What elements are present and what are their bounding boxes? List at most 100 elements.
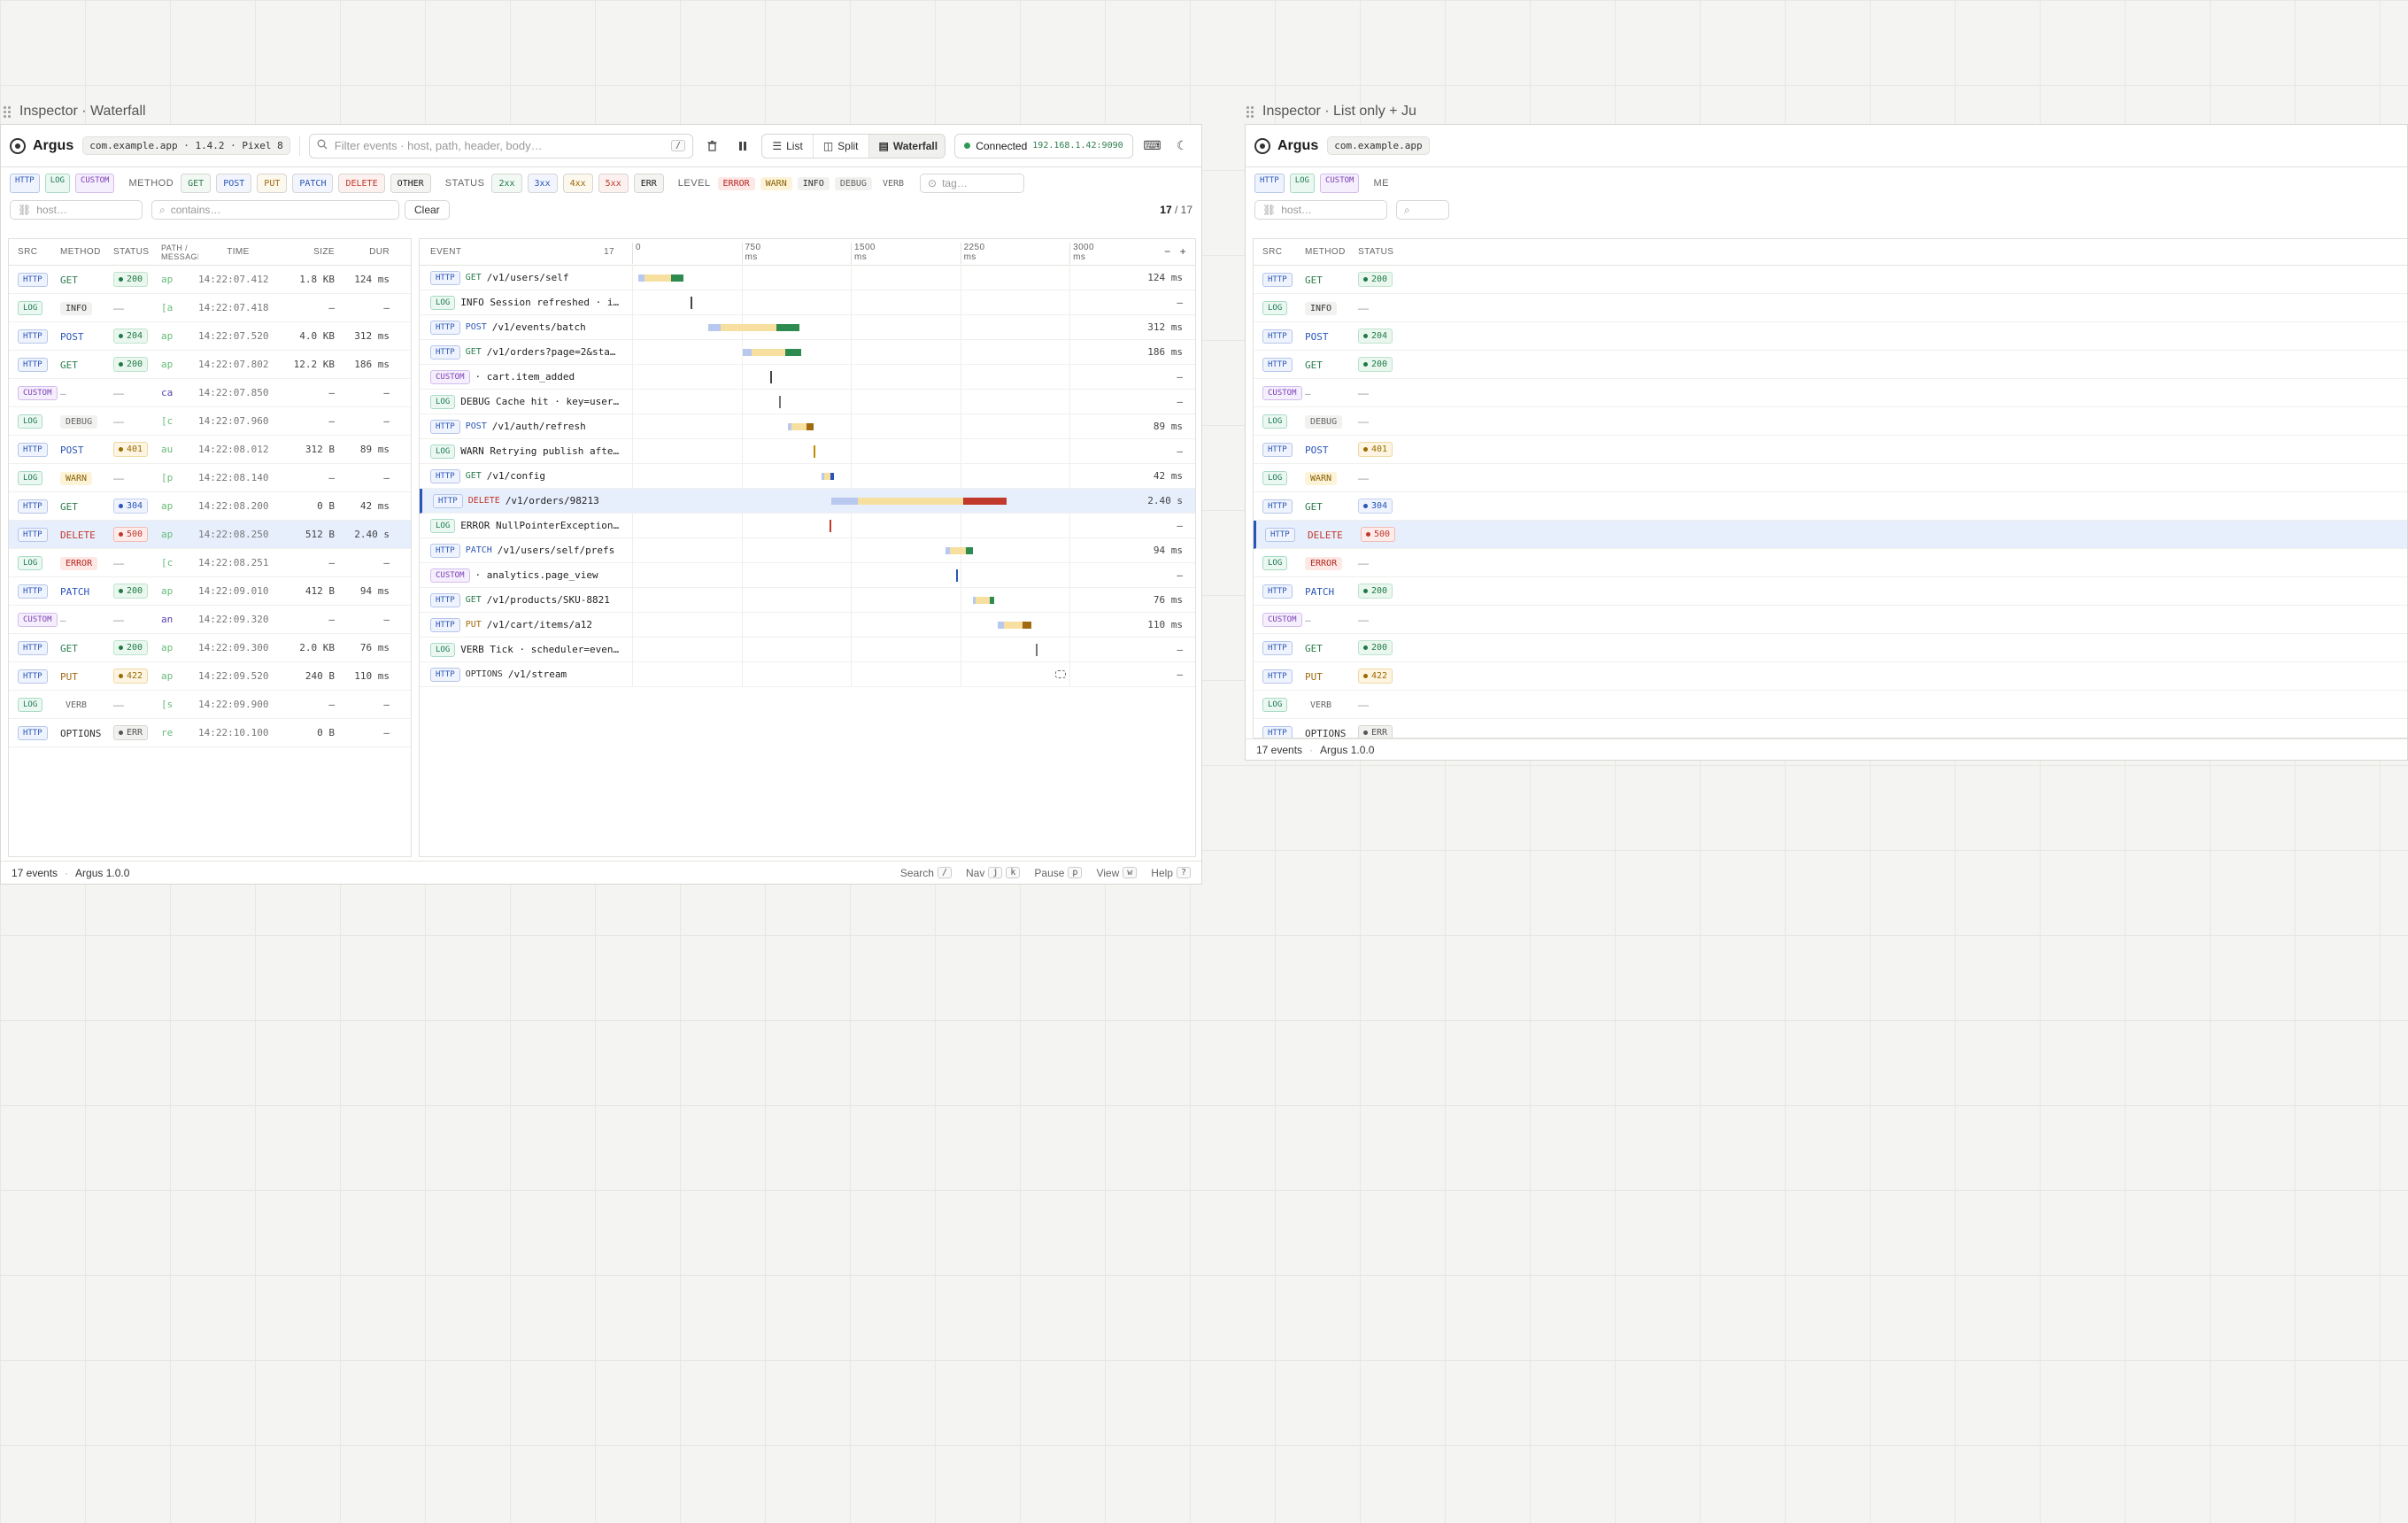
- waterfall-row[interactable]: HTTP PUT/v1/cart/items/a12 110 ms: [420, 613, 1195, 638]
- status-filter-4xx[interactable]: 4xx: [562, 174, 593, 193]
- status-filter-err[interactable]: ERR: [633, 174, 664, 193]
- table-row[interactable]: HTTP GET 200 ap 14:22:07.412 1.8 KB 124 ms: [9, 266, 411, 294]
- table-row[interactable]: HTTP PATCH 200: [1254, 577, 2407, 606]
- level-filter-error[interactable]: ERROR: [717, 176, 755, 190]
- waterfall-row[interactable]: LOG ERROR NullPointerException… —: [420, 514, 1195, 538]
- event-marker[interactable]: [814, 445, 816, 458]
- timing-bar[interactable]: [998, 622, 1032, 629]
- contains-filter-input[interactable]: ⌕ contains…: [151, 200, 399, 220]
- level-filter-warn[interactable]: WARN: [760, 176, 792, 190]
- waterfall-row[interactable]: LOG DEBUG Cache hit · key=user… —: [420, 390, 1195, 414]
- table-row[interactable]: LOG DEBUG —: [1254, 407, 2407, 436]
- event-marker[interactable]: [778, 396, 781, 408]
- zoom-in-button[interactable]: +: [1180, 245, 1186, 258]
- table-row[interactable]: HTTP GET 304: [1254, 492, 2407, 521]
- event-marker[interactable]: [769, 371, 772, 383]
- timing-bar[interactable]: [973, 597, 995, 604]
- table-row[interactable]: LOG WARN —: [1254, 464, 2407, 492]
- waterfall-row[interactable]: HTTP OPTIONS/v1/stream —: [420, 662, 1195, 687]
- connection-status[interactable]: Connected 192.168.1.42:9090: [954, 133, 1133, 158]
- waterfall-row[interactable]: HTTP PATCH/v1/users/self/prefs 94 ms: [420, 538, 1195, 563]
- host-filter-input[interactable]: ⛓ host…: [10, 200, 143, 220]
- table-row[interactable]: CUSTOM — —: [1254, 606, 2407, 634]
- contains-filter-input[interactable]: ⌕: [1396, 200, 1449, 220]
- waterfall-row[interactable]: HTTP GET/v1/config 42 ms: [420, 464, 1195, 489]
- source-filter-custom[interactable]: CUSTOM: [74, 174, 115, 193]
- table-row[interactable]: HTTP GET 200 ap 14:22:07.802 12.2 KB 186 ms: [9, 351, 411, 379]
- waterfall-row[interactable]: LOG INFO Session refreshed · i… —: [420, 290, 1195, 315]
- waterfall-row[interactable]: HTTP GET/v1/users/self 124 ms: [420, 266, 1195, 290]
- method-filter-other[interactable]: OTHER: [390, 174, 431, 193]
- event-marker[interactable]: [955, 569, 958, 582]
- table-row[interactable]: LOG DEBUG — [c 14:22:07.960 — —: [9, 407, 411, 436]
- source-filter-http[interactable]: HTTP: [1254, 174, 1285, 193]
- table-row[interactable]: CUSTOM — —: [1254, 379, 2407, 407]
- timing-bar[interactable]: [822, 473, 835, 480]
- table-row[interactable]: CUSTOM — — an 14:22:09.320— —: [9, 606, 411, 634]
- view-list-button[interactable]: ☰ List: [762, 134, 814, 158]
- method-filter-put[interactable]: PUT: [257, 174, 288, 193]
- waterfall-row[interactable]: HTTP DELETE/v1/orders/98213 2.40 s: [420, 489, 1195, 514]
- timing-bar[interactable]: [743, 349, 802, 356]
- table-row[interactable]: LOG VERB —: [1254, 691, 2407, 719]
- zoom-out-button[interactable]: −: [1164, 245, 1170, 258]
- waterfall-row[interactable]: LOG VERB Tick · scheduler=even… —: [420, 638, 1195, 662]
- table-row[interactable]: HTTP OPTIONS ERR re 14:22:10.100 0 B —: [9, 719, 411, 747]
- tag-filter-input[interactable]: ⊙ tag…: [920, 174, 1025, 193]
- method-filter-delete[interactable]: DELETE: [338, 174, 385, 193]
- method-filter-get[interactable]: GET: [181, 174, 212, 193]
- pending-marker-icon[interactable]: [1054, 670, 1066, 678]
- method-filter-patch[interactable]: PATCH: [292, 174, 334, 193]
- level-filter-debug[interactable]: DEBUG: [834, 176, 872, 190]
- view-waterfall-button[interactable]: ▤ Waterfall: [868, 134, 945, 158]
- status-filter-3xx[interactable]: 3xx: [527, 174, 558, 193]
- source-filter-log[interactable]: LOG: [1289, 174, 1315, 193]
- table-row[interactable]: LOG WARN — [p 14:22:08.140 — —: [9, 464, 411, 492]
- pause-icon[interactable]: [732, 135, 753, 157]
- table-row[interactable]: HTTP POST 401: [1254, 436, 2407, 464]
- table-row[interactable]: HTTP GET 200 ap 14:22:09.300 2.0 KB 76 ms: [9, 634, 411, 662]
- table-row[interactable]: HTTP PATCH 200 ap 14:22:09.010 412 B 94 ms: [9, 577, 411, 606]
- table-row[interactable]: LOG INFO —: [1254, 294, 2407, 322]
- waterfall-row[interactable]: HTTP POST/v1/events/batch 312 ms: [420, 315, 1195, 340]
- table-row[interactable]: HTTP GET 200: [1254, 634, 2407, 662]
- waterfall-row[interactable]: HTTP GET/v1/products/SKU-8821 76 ms: [420, 588, 1195, 613]
- waterfall-row[interactable]: LOG WARN Retrying publish afte… —: [420, 439, 1195, 464]
- timing-bar[interactable]: [788, 423, 814, 430]
- timing-bar[interactable]: [637, 274, 684, 282]
- timing-bar[interactable]: [831, 498, 1007, 505]
- table-row[interactable]: HTTP POST 204 ap 14:22:07.520 4.0 KB 312 ms: [9, 322, 411, 351]
- table-row[interactable]: HTTP PUT 422: [1254, 662, 2407, 691]
- timing-bar[interactable]: [707, 324, 800, 331]
- trash-icon[interactable]: [702, 135, 723, 157]
- table-row[interactable]: HTTP PUT 422 ap 14:22:09.520 240 B 110 ms: [9, 662, 411, 691]
- table-row[interactable]: HTTP GET 304 ap 14:22:08.200 0 B 42 ms: [9, 492, 411, 521]
- timing-bar[interactable]: [945, 547, 974, 554]
- event-marker[interactable]: [829, 520, 831, 532]
- source-filter-custom[interactable]: CUSTOM: [1319, 174, 1360, 193]
- host-filter-input[interactable]: ⛓ host…: [1254, 200, 1387, 220]
- source-filter-http[interactable]: HTTP: [10, 174, 40, 193]
- table-row[interactable]: HTTP OPTIONS ERR: [1254, 719, 2407, 738]
- table-row[interactable]: HTTP GET 200: [1254, 266, 2407, 294]
- level-filter-info[interactable]: INFO: [797, 176, 830, 190]
- status-filter-2xx[interactable]: 2xx: [491, 174, 522, 193]
- waterfall-row[interactable]: HTTP GET/v1/orders?page=2&sta… 186 ms: [420, 340, 1195, 365]
- device-chip[interactable]: com.example.app: [1327, 136, 1430, 155]
- drag-handle-icon[interactable]: [1246, 105, 1254, 118]
- moon-icon[interactable]: ☾: [1171, 135, 1192, 157]
- event-marker[interactable]: [690, 297, 692, 309]
- drag-handle-icon[interactable]: [4, 105, 11, 118]
- filter-search-input[interactable]: Filter events · host, path, header, body…: [308, 133, 694, 158]
- device-chip[interactable]: com.example.app · 1.4.2 · Pixel 8: [82, 136, 290, 155]
- level-filter-verb[interactable]: VERB: [877, 177, 909, 190]
- clear-filters-button[interactable]: Clear: [405, 200, 450, 220]
- source-filter-log[interactable]: LOG: [44, 174, 70, 193]
- waterfall-row[interactable]: HTTP POST/v1/auth/refresh 89 ms: [420, 414, 1195, 439]
- table-row[interactable]: LOG ERROR —: [1254, 549, 2407, 577]
- status-filter-5xx[interactable]: 5xx: [598, 174, 629, 193]
- keyboard-icon[interactable]: ⌨: [1142, 135, 1163, 157]
- table-row[interactable]: HTTP POST 204: [1254, 322, 2407, 351]
- table-row[interactable]: LOG INFO — [a 14:22:07.418 — —: [9, 294, 411, 322]
- waterfall-row[interactable]: CUSTOM · cart.item_added —: [420, 365, 1195, 390]
